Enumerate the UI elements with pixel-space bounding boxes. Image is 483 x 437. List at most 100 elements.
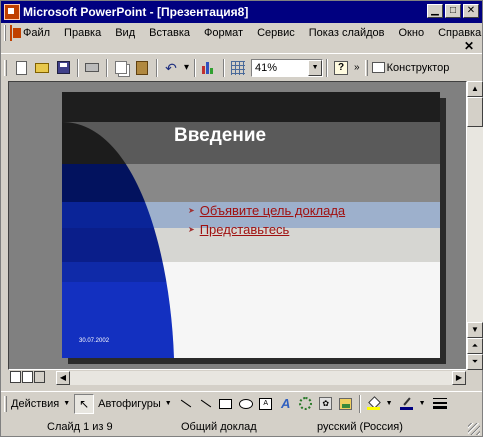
slide-date: 30.07.2002 xyxy=(79,338,110,344)
actions-menu[interactable]: Действия xyxy=(11,398,59,410)
toolbar-separator xyxy=(77,58,79,77)
vertical-scrollbar[interactable]: ▲ ▼ ⏶ ⏷ xyxy=(467,81,483,370)
toolbar-grip[interactable] xyxy=(364,59,368,76)
undo-dropdown-icon[interactable]: ▾ xyxy=(184,62,189,73)
arrow-up-icon: ▲ xyxy=(471,84,479,93)
clipart-icon: ✿ xyxy=(319,397,333,410)
paste-button[interactable] xyxy=(132,58,152,78)
rectangle-button[interactable] xyxy=(216,394,236,414)
status-design-name: Общий доклад xyxy=(181,421,257,433)
toolbar-grip[interactable] xyxy=(4,395,7,412)
previous-slide-button[interactable]: ⏶ xyxy=(467,338,483,354)
slide-sorter-view-button[interactable] xyxy=(22,371,33,383)
diagram-button[interactable] xyxy=(296,394,316,414)
scroll-left-button[interactable]: ◀ xyxy=(56,371,70,385)
menu-file[interactable]: Файл xyxy=(16,27,57,39)
menu-format[interactable]: Формат xyxy=(197,27,250,39)
line-color-button[interactable] xyxy=(397,394,417,414)
chevron-down-icon[interactable]: ▼ xyxy=(308,59,323,76)
zoom-select[interactable]: 41% ▼ xyxy=(251,58,324,77)
scroll-down-button[interactable]: ▼ xyxy=(467,322,483,338)
toolbar-grip[interactable] xyxy=(4,59,7,76)
slideshow-view-button[interactable] xyxy=(34,371,45,383)
undo-icon: ↶ xyxy=(165,59,177,76)
insert-chart-button[interactable] xyxy=(199,58,219,78)
slide-bullet[interactable]: ➤ Объявите цель доклада xyxy=(188,203,345,218)
chevron-down-icon: ▼ xyxy=(164,400,172,407)
menu-help[interactable]: Справка xyxy=(431,27,483,39)
menu-view[interactable]: Вид xyxy=(108,27,142,39)
chevron-down-icon[interactable]: ▼ xyxy=(419,400,426,407)
autoshapes-menu[interactable]: Автофигуры xyxy=(98,398,161,410)
view-and-scroll-bar: ◀ ▶ xyxy=(8,371,483,385)
textbox-button[interactable]: A xyxy=(256,394,276,414)
next-slide-button[interactable]: ⏷ xyxy=(467,354,483,370)
save-button[interactable] xyxy=(53,58,73,78)
horizontal-scrollbar[interactable]: ◀ ▶ xyxy=(56,371,466,385)
bullet-arrow-icon: ➤ xyxy=(188,224,195,234)
print-button[interactable] xyxy=(82,58,102,78)
undo-button[interactable]: ↶ xyxy=(161,58,181,78)
close-button[interactable]: ✕ xyxy=(463,4,479,18)
select-objects-button[interactable]: ↖ xyxy=(74,393,95,414)
menu-window[interactable]: Окно xyxy=(392,27,432,39)
copy-button[interactable] xyxy=(111,58,131,78)
status-bar: Слайд 1 из 9 Общий доклад русский (Росси… xyxy=(1,417,482,437)
open-button[interactable] xyxy=(32,58,52,78)
insert-picture-button[interactable] xyxy=(336,394,356,414)
document-icon[interactable] xyxy=(10,25,21,41)
arrow-right-icon: ▶ xyxy=(455,373,463,382)
chevron-down-icon[interactable]: ▼ xyxy=(386,400,393,407)
normal-view-button[interactable] xyxy=(10,371,21,383)
minimize-icon: ▁ xyxy=(431,5,439,16)
menubar-grip[interactable] xyxy=(4,25,6,41)
line-style-button[interactable] xyxy=(430,394,450,414)
document-close-icon[interactable]: ✕ xyxy=(464,39,474,53)
standard-toolbar: ↶ ▾ 41% ▼ ? » Конструктор xyxy=(1,53,482,81)
wordart-icon: A xyxy=(280,396,291,411)
show-grid-button[interactable] xyxy=(228,58,248,78)
title-bar[interactable]: Microsoft PowerPoint - [Презентация8] ▁ … xyxy=(1,1,482,23)
toolbar-separator xyxy=(326,58,329,77)
minimize-button[interactable]: ▁ xyxy=(427,4,443,18)
textbox-icon: A xyxy=(259,397,273,410)
menu-edit[interactable]: Правка xyxy=(57,27,108,39)
line-style-icon xyxy=(432,398,447,409)
oval-button[interactable] xyxy=(236,394,256,414)
resize-grip[interactable] xyxy=(468,423,480,435)
toolbar-options-icon[interactable]: » xyxy=(354,62,360,73)
scroll-thumb[interactable] xyxy=(467,97,483,127)
clipart-button[interactable]: ✿ xyxy=(316,394,336,414)
bullet-arrow-icon: ➤ xyxy=(188,205,195,215)
design-button[interactable]: Конструктор xyxy=(371,62,449,74)
fill-bucket-icon xyxy=(367,397,381,410)
toolbar-separator xyxy=(106,58,108,77)
bullet-text: Представьтесь xyxy=(199,222,290,237)
menu-insert[interactable]: Вставка xyxy=(142,27,197,39)
window-controls: ▁ □ ✕ xyxy=(427,4,479,18)
menu-tools[interactable]: Сервис xyxy=(250,27,302,39)
scroll-up-button[interactable]: ▲ xyxy=(467,81,483,97)
scroll-right-button[interactable]: ▶ xyxy=(452,371,466,385)
arrow-button[interactable] xyxy=(196,394,216,414)
wordart-button[interactable]: A xyxy=(276,394,296,414)
slide-design-icon xyxy=(371,62,385,73)
fill-color-button[interactable] xyxy=(364,394,384,414)
slide-bullet[interactable]: ➤ Представьтесь xyxy=(188,222,289,237)
help-button[interactable]: ? xyxy=(331,58,351,78)
maximize-button[interactable]: □ xyxy=(445,4,461,18)
pen-icon xyxy=(400,397,414,410)
maximize-icon: □ xyxy=(449,5,457,16)
arrow-down-icon: ▼ xyxy=(471,325,479,334)
new-document-icon xyxy=(15,60,27,75)
slide-title[interactable]: Введение xyxy=(174,125,266,147)
bullet-text: Объявите цель доклада xyxy=(199,203,346,218)
slide-canvas[interactable]: Введение ➤ Объявите цель доклада ➤ Предс… xyxy=(62,92,440,358)
menu-slideshow[interactable]: Показ слайдов xyxy=(302,27,392,39)
line-button[interactable] xyxy=(176,394,196,414)
new-button[interactable] xyxy=(11,58,31,78)
powerpoint-app-icon[interactable] xyxy=(4,4,20,20)
window-title: Microsoft PowerPoint - [Презентация8] xyxy=(23,5,249,19)
chevron-down-icon: ▼ xyxy=(63,400,71,407)
toolbar-separator xyxy=(194,58,197,77)
